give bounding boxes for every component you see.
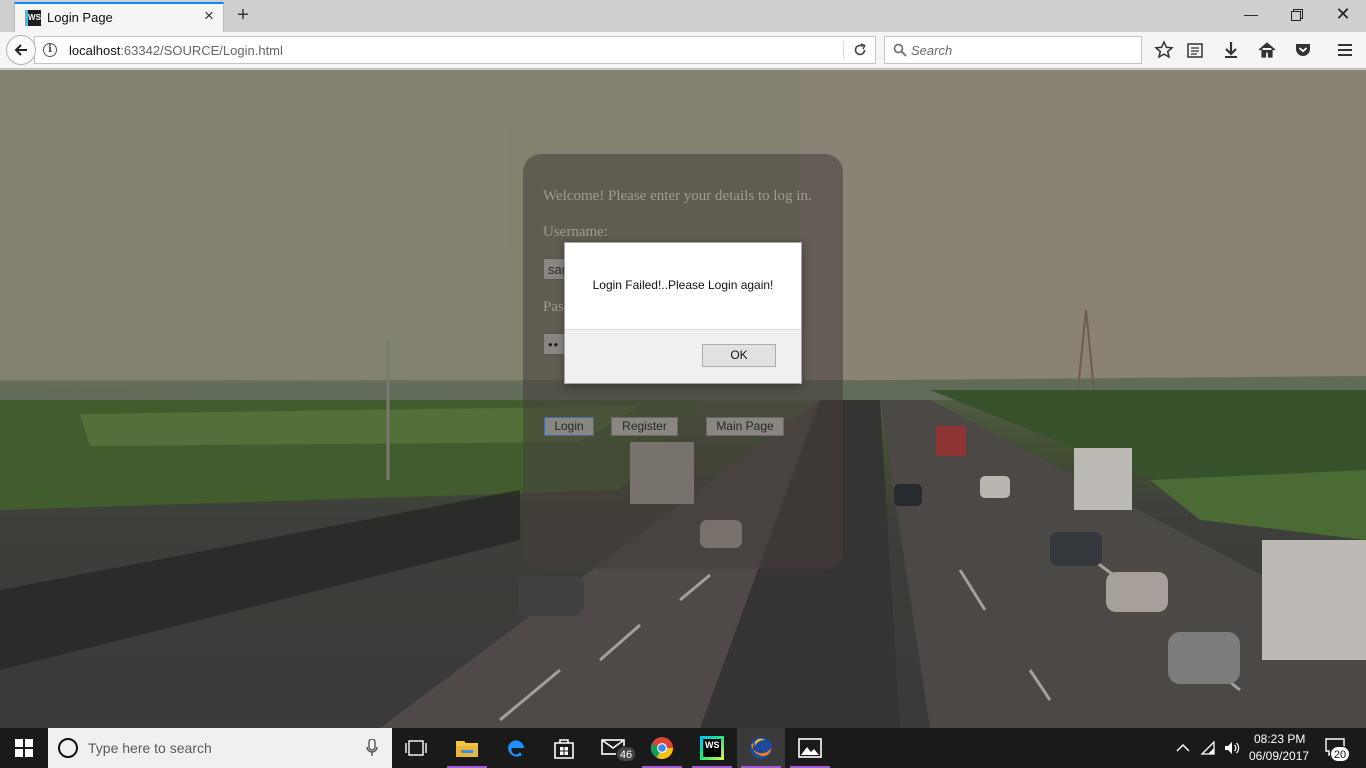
volume-icon[interactable] <box>1224 741 1240 755</box>
task-view-button[interactable] <box>392 728 440 768</box>
password-label: Pas <box>543 299 564 315</box>
browser-toolbar: i localhost:63342/SOURCE/Login.html Sear… <box>0 32 1366 69</box>
alert-message: Login Failed!..Please Login again! <box>592 278 774 292</box>
username-label: Username: <box>543 224 608 240</box>
welcome-text: Welcome! Please enter your details to lo… <box>543 188 812 204</box>
url-text[interactable]: localhost:63342/SOURCE/Login.html <box>69 43 283 58</box>
main-page-button[interactable]: Main Page <box>706 417 784 436</box>
edge-icon <box>507 740 524 757</box>
windows-taskbar: Type here to search 46 WS 08:23 PM 06/09… <box>0 728 1366 768</box>
tab-login-page[interactable]: WS Login Page × <box>14 2 224 32</box>
search-bar[interactable]: Search <box>884 36 1142 64</box>
start-button[interactable] <box>0 728 48 768</box>
microphone-icon[interactable] <box>366 739 378 757</box>
back-arrow-icon <box>14 44 27 56</box>
close-window-icon[interactable]: ✕ <box>1320 0 1366 30</box>
search-placeholder: Search <box>911 43 953 58</box>
cortana-icon <box>58 738 78 758</box>
taskbar-search-placeholder: Type here to search <box>88 740 212 756</box>
home-icon[interactable] <box>1257 40 1277 60</box>
url-bar[interactable]: i localhost:63342/SOURCE/Login.html <box>34 36 876 64</box>
notification-badge: 20 <box>1330 746 1350 762</box>
alert-dialog: Login Failed!..Please Login again! OK <box>564 242 802 384</box>
new-tab-icon[interactable]: + <box>233 5 253 25</box>
register-button[interactable]: Register <box>611 417 678 436</box>
login-button[interactable]: Login <box>544 417 594 436</box>
close-tab-icon[interactable]: × <box>201 7 217 24</box>
clock-date[interactable]: 06/09/2017 <box>1249 749 1309 763</box>
webstorm-icon: WS <box>700 736 724 760</box>
restore-window-icon[interactable] <box>1274 0 1320 30</box>
page-viewport: Welcome! Please enter your details to lo… <box>0 70 1366 728</box>
ok-button[interactable]: OK <box>702 344 776 367</box>
action-center-button[interactable]: 20 <box>1318 728 1366 768</box>
pocket-icon[interactable] <box>1293 40 1313 60</box>
info-icon[interactable]: i <box>43 43 57 57</box>
reload-icon[interactable] <box>851 41 869 59</box>
task-view-icon <box>405 740 427 756</box>
taskbar-mail[interactable]: 46 <box>590 728 638 768</box>
taskbar-chrome[interactable] <box>638 728 686 768</box>
url-separator <box>843 41 844 59</box>
network-icon[interactable] <box>1200 741 1216 755</box>
search-icon <box>893 43 907 57</box>
back-button[interactable] <box>6 35 36 65</box>
chevron-up-icon[interactable] <box>1176 743 1190 753</box>
browser-tab-bar: WS Login Page × + — ✕ <box>0 0 1366 32</box>
photos-icon <box>798 738 822 758</box>
alert-footer: OK <box>565 329 801 383</box>
mail-badge: 46 <box>616 746 636 762</box>
file-explorer-icon <box>456 741 478 757</box>
reading-list-icon[interactable] <box>1185 40 1205 60</box>
taskbar-photos[interactable] <box>786 728 834 768</box>
taskbar-firefox[interactable] <box>737 728 785 768</box>
firefox-icon <box>750 737 772 759</box>
taskbar-webstorm[interactable]: WS <box>688 728 736 768</box>
download-icon[interactable] <box>1221 40 1241 60</box>
minimize-window-icon[interactable]: — <box>1228 0 1274 30</box>
chrome-icon <box>650 737 673 759</box>
windows-start-icon <box>15 739 33 757</box>
taskbar-file-explorer[interactable] <box>443 728 491 768</box>
clock-time[interactable]: 08:23 PM <box>1254 732 1305 746</box>
store-icon <box>554 739 574 759</box>
taskbar-store[interactable] <box>540 728 588 768</box>
menu-icon[interactable] <box>1335 40 1355 60</box>
tab-title: Login Page <box>47 10 113 25</box>
bookmark-star-icon[interactable] <box>1154 40 1174 60</box>
taskbar-search-box[interactable]: Type here to search <box>48 728 392 768</box>
webstorm-favicon-icon: WS <box>25 10 41 26</box>
taskbar-edge[interactable] <box>492 728 540 768</box>
